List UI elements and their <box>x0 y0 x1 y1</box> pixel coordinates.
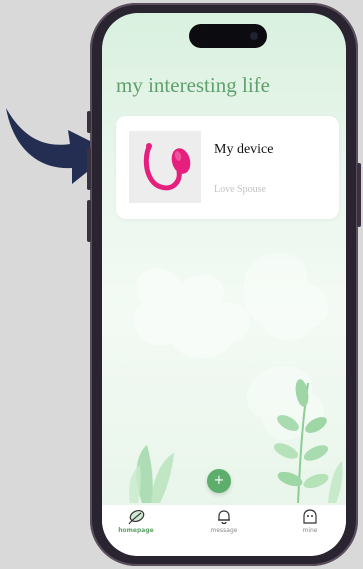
bottom-tab-bar: homepage message mine <box>102 505 346 556</box>
tab-label: message <box>210 527 238 534</box>
page-title: my interesting life <box>116 73 270 97</box>
tab-mine[interactable]: mine <box>280 509 340 534</box>
leaf-icon <box>128 509 145 525</box>
dynamic-island <box>189 24 267 48</box>
app-screen: my interesting life My device Love Spous… <box>102 13 346 556</box>
tab-homepage[interactable]: homepage <box>106 509 166 534</box>
tab-message[interactable]: message <box>194 509 254 534</box>
volume-down-button <box>87 200 91 242</box>
bell-icon <box>218 510 230 525</box>
tab-label: homepage <box>118 527 154 534</box>
camera-icon <box>250 32 258 40</box>
device-thumbnail <box>129 131 201 203</box>
device-card[interactable]: My device Love Spouse <box>116 116 339 219</box>
power-button <box>357 163 361 227</box>
device-image-icon <box>143 143 191 191</box>
face-icon <box>303 509 317 524</box>
tab-label: mine <box>302 527 318 534</box>
volume-up-button <box>87 148 91 190</box>
device-name: My device <box>214 142 274 157</box>
device-subtitle: Love Spouse <box>214 184 266 195</box>
side-button <box>87 111 91 133</box>
add-device-button[interactable]: + <box>207 469 231 493</box>
phone-frame: my interesting life My device Love Spous… <box>87 3 361 566</box>
